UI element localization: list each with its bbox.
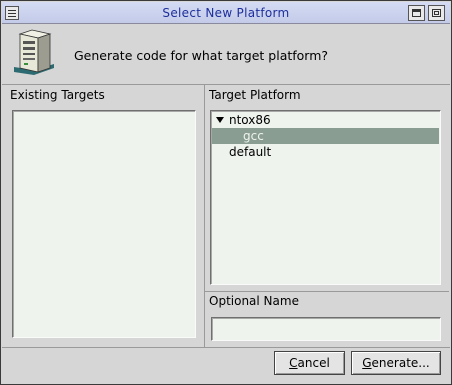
window-title: Select New Platform — [162, 6, 290, 20]
existing-targets-title: Existing Targets — [10, 88, 105, 102]
cancel-button[interactable]: Cancel — [274, 351, 345, 375]
generate-button[interactable]: Generate... — [351, 351, 441, 375]
tree-item-label: gcc — [243, 129, 264, 143]
expand-arrow-icon[interactable] — [216, 117, 224, 123]
existing-targets-list[interactable] — [12, 110, 196, 338]
target-platform-title: Target Platform — [209, 88, 301, 102]
tree-item-gcc[interactable]: gcc — [212, 128, 439, 144]
title-bar[interactable]: Select New Platform — [2, 2, 450, 24]
target-platform-tree[interactable]: ntox86 gcc default — [210, 110, 441, 285]
tree-item-label: ntox86 — [229, 113, 271, 127]
cancel-label: ancel — [297, 356, 330, 370]
dialog-header: Generate code for what target platform? — [2, 24, 450, 85]
tree-item-default[interactable]: default — [212, 144, 439, 160]
generate-label: enerate... — [371, 356, 430, 370]
tree-item-ntox86[interactable]: ntox86 — [212, 112, 439, 128]
panel-divider — [204, 85, 205, 347]
button-bar-divider — [2, 347, 450, 348]
optional-name-input[interactable] — [211, 317, 441, 341]
computer-tower-icon — [14, 29, 54, 75]
tree-item-label: default — [229, 145, 272, 159]
maximize-icon[interactable] — [428, 5, 445, 21]
optional-name-title: Optional Name — [209, 294, 299, 308]
generate-mnemonic: G — [362, 356, 372, 370]
dialog-window: Select New Platform Generate code for wh… — [0, 0, 452, 385]
prompt-text: Generate code for what target platform? — [74, 48, 329, 63]
cancel-mnemonic: C — [289, 356, 298, 370]
minimize-icon[interactable] — [408, 5, 425, 21]
section-divider — [205, 291, 449, 292]
